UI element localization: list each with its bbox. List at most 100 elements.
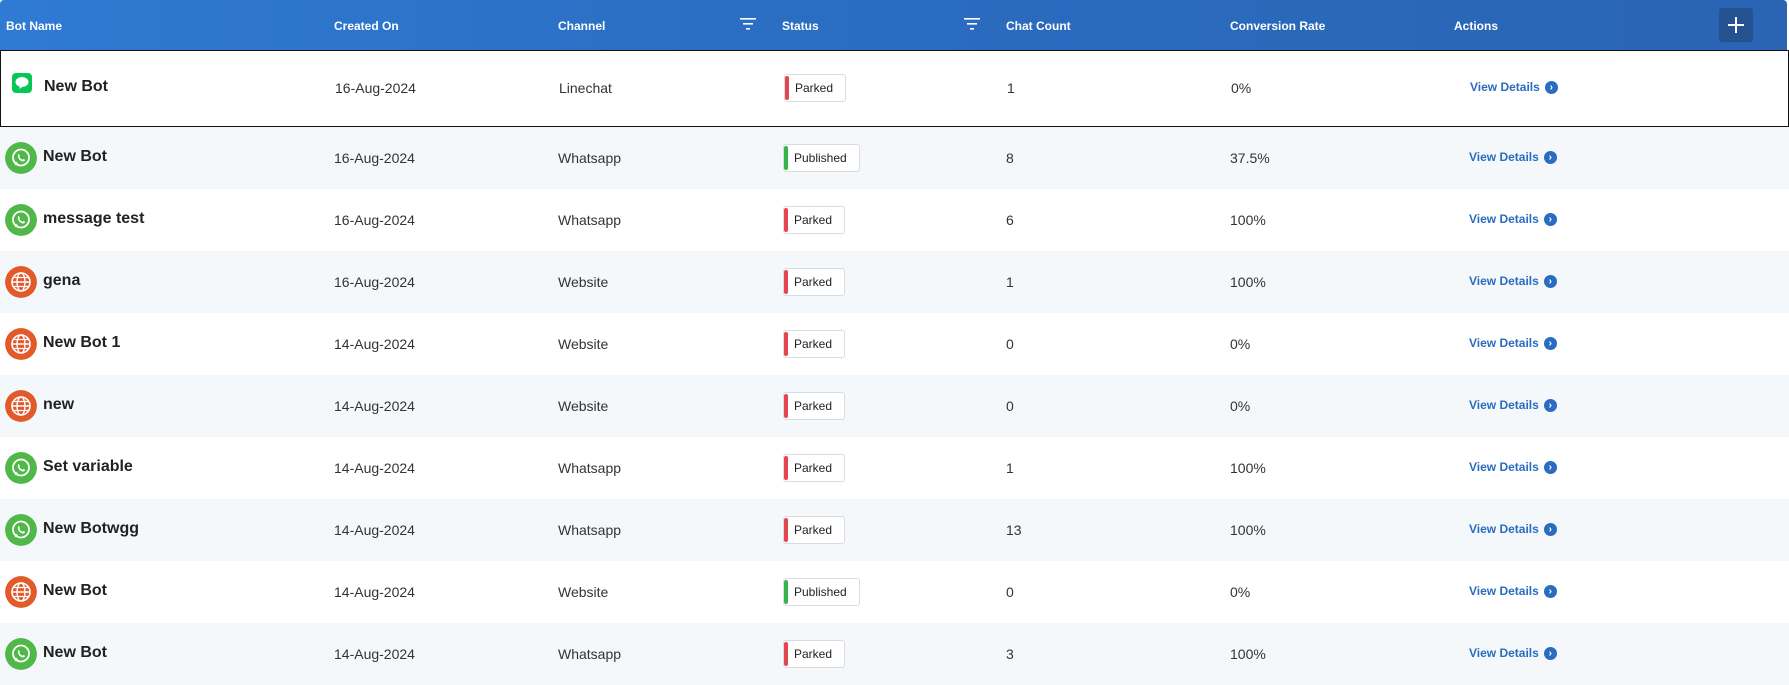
status-indicator — [784, 270, 788, 294]
conversion-rate: 100% — [1230, 212, 1266, 228]
conversion-rate: 100% — [1230, 522, 1266, 538]
bot-name: New Bot — [43, 644, 107, 661]
bot-name: new — [43, 396, 75, 413]
view-details-link[interactable]: View Details › — [1469, 150, 1557, 164]
header-created-on: Created On — [334, 19, 399, 33]
chat-count: 3 — [1006, 646, 1014, 662]
status-label: Parked — [794, 213, 833, 227]
channel: Website — [558, 336, 609, 352]
status-indicator — [785, 76, 789, 100]
table-row[interactable]: gena 16-Aug-2024 Website Parked 1 100% View De… — [0, 251, 1789, 313]
created-on: 16-Aug-2024 — [335, 80, 416, 96]
channel: Whatsapp — [558, 522, 622, 538]
status-badge: Parked — [783, 392, 846, 420]
view-details-link[interactable]: View Details › — [1469, 212, 1557, 226]
table-row[interactable]: New Botwgg 14-Aug-2024 Whatsapp Parked 13 100… — [0, 499, 1789, 561]
view-details-link[interactable]: View Details › — [1469, 398, 1557, 412]
channel: Website — [558, 274, 609, 290]
view-details-label: View Details — [1469, 274, 1539, 288]
channel: Website — [558, 584, 609, 600]
whatsapp-icon — [5, 452, 37, 484]
status-badge: Parked — [783, 268, 846, 296]
conversion-rate: 0% — [1231, 80, 1252, 96]
view-details-link[interactable]: View Details › — [1469, 460, 1557, 474]
chat-count: 1 — [1007, 80, 1015, 96]
chat-count: 0 — [1006, 336, 1014, 352]
table-row[interactable]: message test 16-Aug-2024 Whatsapp Parked 6 10… — [0, 189, 1789, 251]
view-details-label: View Details — [1469, 522, 1539, 536]
header-channel: Channel — [558, 19, 606, 33]
arrow-right-icon: › — [1543, 460, 1557, 474]
table-row[interactable]: New Bot 16-Aug-2024 Whatsapp Published 8 37.5… — [0, 127, 1789, 189]
status-badge: Parked — [783, 516, 846, 544]
status-label: Parked — [794, 461, 833, 475]
conversion-rate: 100% — [1230, 460, 1266, 476]
globe-icon — [5, 328, 37, 360]
conversion-rate: 0% — [1230, 584, 1251, 600]
view-details-label: View Details — [1470, 80, 1540, 94]
view-details-label: View Details — [1469, 584, 1539, 598]
add-bot-button[interactable] — [1719, 8, 1753, 42]
view-details-label: View Details — [1469, 212, 1539, 226]
globe-icon — [5, 266, 37, 298]
status-indicator — [784, 580, 788, 604]
status-badge: Parked — [784, 74, 847, 102]
view-details-link[interactable]: View Details › — [1469, 522, 1557, 536]
plus-icon — [1728, 17, 1744, 33]
conversion-rate: 100% — [1230, 274, 1266, 290]
status-label: Parked — [794, 647, 833, 661]
created-on: 14-Aug-2024 — [334, 460, 415, 476]
whatsapp-icon — [5, 638, 37, 670]
created-on: 16-Aug-2024 — [334, 150, 415, 166]
conversion-rate: 0% — [1230, 336, 1251, 352]
table-body: New Bot 16-Aug-2024 Linechat Parked 1 0% View … — [0, 50, 1789, 685]
status-filter-icon[interactable] — [964, 17, 980, 31]
arrow-right-icon: › — [1543, 522, 1557, 536]
whatsapp-icon — [5, 204, 37, 236]
status-indicator — [784, 642, 788, 666]
channel-filter-icon[interactable] — [740, 17, 756, 31]
table-row[interactable]: New Bot 16-Aug-2024 Linechat Parked 1 0% View … — [0, 50, 1789, 127]
chat-count: 0 — [1006, 584, 1014, 600]
view-details-label: View Details — [1469, 150, 1539, 164]
bot-name: Set variable — [43, 458, 133, 475]
status-badge: Published — [783, 578, 860, 606]
table-header: Bot Name Created On Channel Status Chat … — [0, 0, 1787, 50]
table-row[interactable]: New Bot 14-Aug-2024 Whatsapp Parked 3 100% Vie… — [0, 623, 1789, 685]
view-details-link[interactable]: View Details › — [1470, 80, 1558, 94]
bot-name: gena — [43, 272, 81, 289]
view-details-label: View Details — [1469, 460, 1539, 474]
status-label: Parked — [794, 337, 833, 351]
linechat-icon — [12, 73, 32, 93]
channel: Whatsapp — [558, 150, 622, 166]
header-status: Status — [782, 19, 819, 33]
status-indicator — [784, 456, 788, 480]
bot-name: New Botwgg — [43, 520, 139, 537]
status-label: Published — [794, 585, 847, 599]
bot-name: New Bot — [43, 582, 107, 599]
created-on: 14-Aug-2024 — [334, 336, 415, 352]
header-bot-name: Bot Name — [6, 19, 63, 33]
header-conversion-rate: Conversion Rate — [1230, 19, 1326, 33]
view-details-link[interactable]: View Details › — [1469, 336, 1557, 350]
conversion-rate: 0% — [1230, 398, 1251, 414]
status-label: Published — [794, 151, 847, 165]
whatsapp-icon — [5, 514, 37, 546]
arrow-right-icon: › — [1543, 212, 1557, 226]
view-details-link[interactable]: View Details › — [1469, 584, 1557, 598]
status-badge: Parked — [783, 206, 846, 234]
channel: Website — [558, 398, 609, 414]
table-row[interactable]: new 14-Aug-2024 Website Parked 0 0% View Detai… — [0, 375, 1789, 437]
header-chat-count: Chat Count — [1006, 19, 1071, 33]
arrow-right-icon: › — [1543, 150, 1557, 164]
table-row[interactable]: New Bot 14-Aug-2024 Website Published 0 0% Vie… — [0, 561, 1789, 623]
status-indicator — [784, 518, 788, 542]
channel: Whatsapp — [558, 646, 622, 662]
table-row[interactable]: New Bot 1 14-Aug-2024 Website Parked 0 0% View… — [0, 313, 1789, 375]
view-details-link[interactable]: View Details › — [1469, 274, 1557, 288]
chat-count: 6 — [1006, 212, 1014, 228]
conversion-rate: 100% — [1230, 646, 1266, 662]
view-details-link[interactable]: View Details › — [1469, 646, 1557, 660]
conversion-rate: 37.5% — [1230, 150, 1270, 166]
table-row[interactable]: Set variable 14-Aug-2024 Whatsapp Parked 1 10… — [0, 437, 1789, 499]
